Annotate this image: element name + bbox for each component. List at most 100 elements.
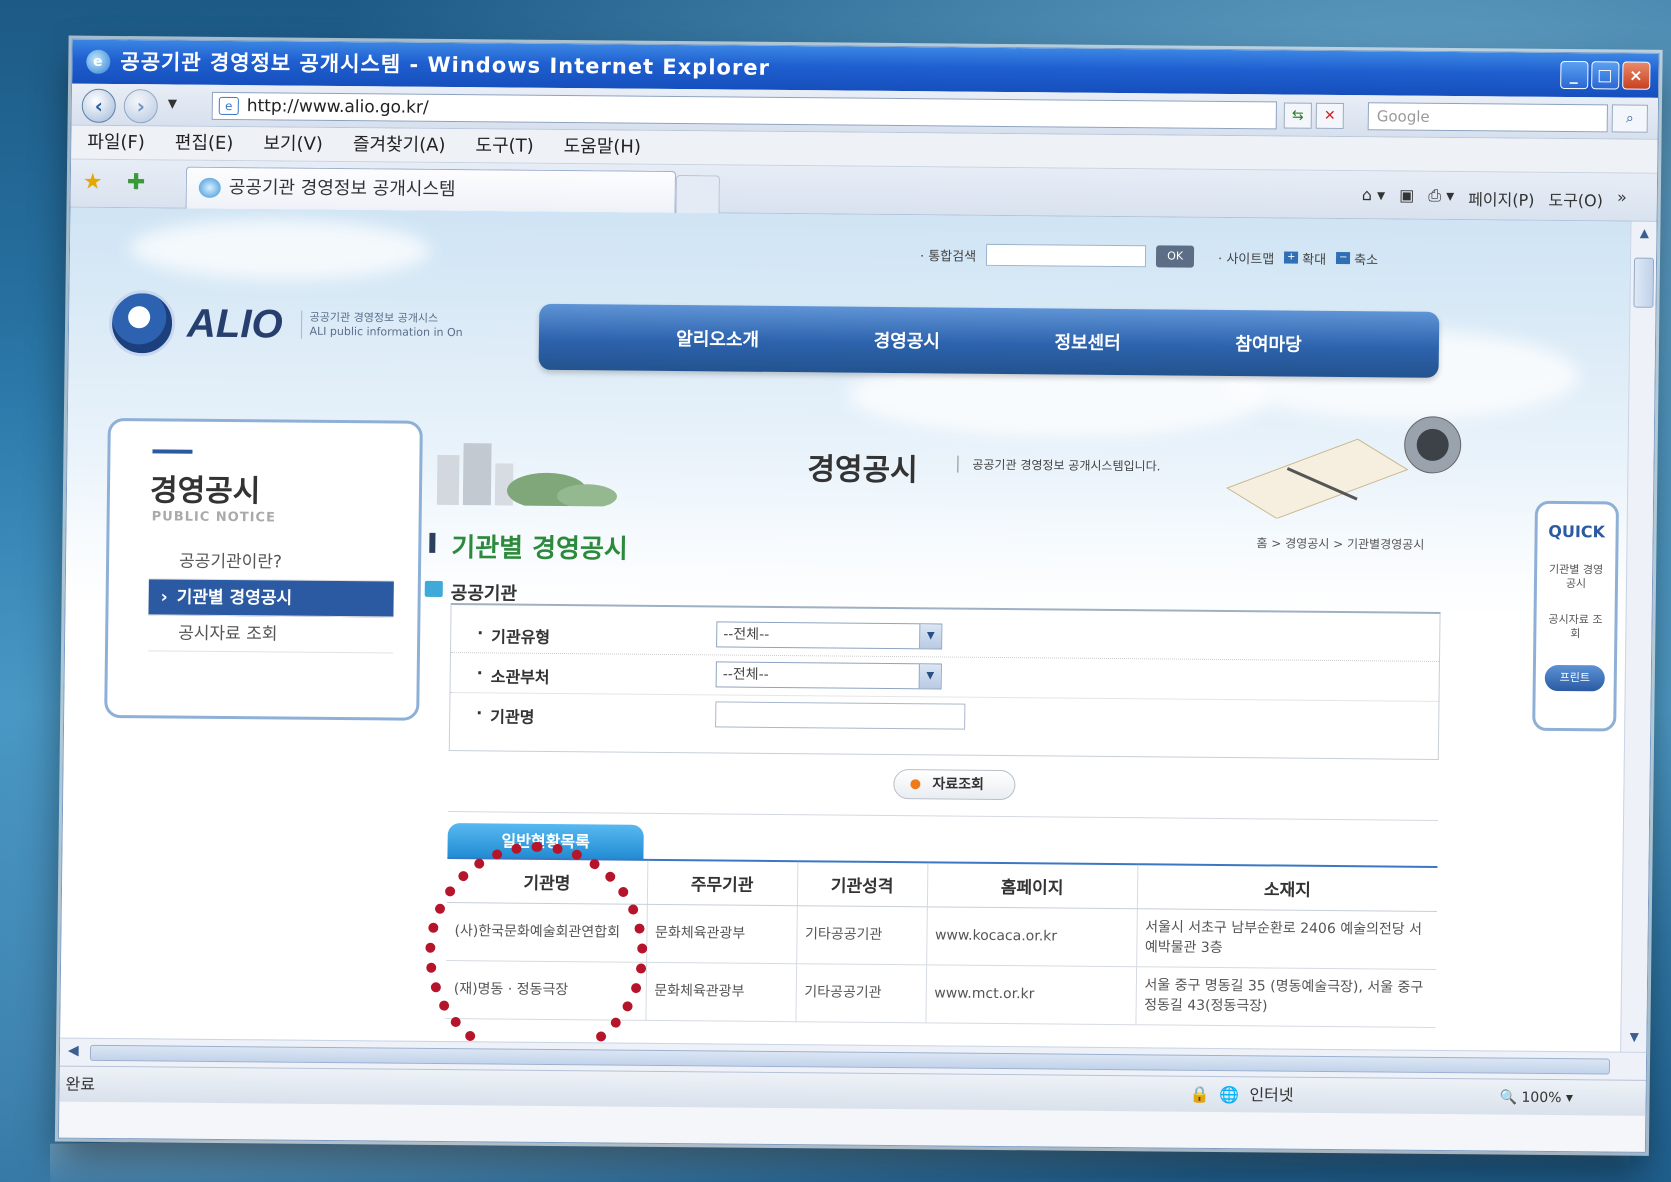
address-field[interactable]: e http://www.alio.go.kr/ [211,91,1277,130]
quick-item-by-agency[interactable]: 기관별 경영공시 [1537,563,1615,592]
tools-menu[interactable]: 도구(O) [1548,187,1603,211]
tab-page-icon [198,177,221,198]
cloud-decoration [129,218,431,281]
breadcrumb: 홈 > 경영공시 > 기관별경영공시 [1256,536,1425,552]
site-logo[interactable]: ALIO 공공기관 경영정보 공개시스 ALI public informati… [108,289,463,359]
scroll-thumb[interactable] [1633,257,1655,308]
page-menu[interactable]: 페이지(P) [1468,186,1535,211]
feeds-icon[interactable]: ▣ [1399,186,1414,210]
gnb-item-disclosure[interactable]: 경영공시 [874,327,941,354]
zoom-out-link[interactable]: − 축소 [1336,248,1378,268]
minimize-icon[interactable]: _ [1560,60,1589,90]
global-nav: 알리오소개 경영공시 정보센터 참여마당 [538,303,1440,378]
favorites-star-icon[interactable]: ★ [83,170,103,195]
stop-icon[interactable]: ✕ [1315,102,1344,130]
menu-view[interactable]: 보기(V) [263,127,323,161]
menu-tools[interactable]: 도구(T) [475,129,534,163]
scroll-down-icon[interactable]: ▼ [1625,1030,1643,1048]
ie-icon: e [86,49,111,74]
logo-sub-ko: 공공기관 경영정보 공개시스 [309,310,439,325]
menu-file[interactable]: 파일(F) [87,126,145,160]
page-title: 경영공시 [807,452,918,489]
gnb-item-participation[interactable]: 참여마당 [1235,330,1302,357]
zoom-level: 100% [1521,1089,1562,1107]
lnb-item-by-agency[interactable]: 기관별 경영공시 [148,579,394,618]
cell-type: 기타공공기관 [796,905,927,965]
lnb-item-search-data[interactable]: 공시자료 조회 [147,615,394,654]
search-form: 기관유형 --전체-- ▼ 소관부처 --전체-- ▼ 기관명 [448,603,1441,760]
col-header-address: 소재지 [1136,864,1438,911]
left-nav: 경영공시 PUBLIC NOTICE 공공기관이란? 기관별 경영공시 공시자료… [104,417,423,721]
close-icon[interactable]: × [1622,61,1651,90]
dept-label: 소관부처 [491,663,550,688]
search-input[interactable]: Google [1367,102,1608,133]
page-description: 공공기관 경영정보 공개시스템입니다. [957,455,1161,475]
home-icon[interactable]: ⌂ ▾ [1362,185,1386,209]
logo-sub-en: ALI public information in On [309,324,463,340]
zoom-icon: 🔍 [1499,1089,1518,1106]
chevron-more-icon[interactable]: » [1617,187,1627,211]
menu-favorites[interactable]: 즐겨찾기(A) [353,128,446,162]
tab-label: 공공기관 경영정보 공개시스템 [228,176,456,201]
gnb-item-about[interactable]: 알리오소개 [676,325,759,352]
agency-name-input[interactable] [715,701,966,730]
name-label: 기관명 [490,703,534,727]
menu-edit[interactable]: 편집(E) [175,126,234,160]
logo-subtitle: 공공기관 경영정보 공개시스 ALI public information in… [300,310,463,341]
scroll-left-icon[interactable]: ◀ [68,1043,79,1059]
top-search-label: · 통합검색 [919,248,977,265]
history-dropdown-icon[interactable]: ▼ [168,96,177,110]
type-label: 기관유형 [491,623,550,648]
lnb-item-what-is[interactable]: 공공기관이란? [148,543,395,582]
add-favorite-icon[interactable]: ✚ [127,170,146,195]
emblem-icon [108,289,176,357]
cell-ministry: 문화체육관광부 [645,961,797,1022]
menu-help[interactable]: 도움말(H) [563,130,642,164]
page-content: · 통합검색 OK · 사이트맵 + 확대 − 축소 ALIO 공공기관 경영정보 … [60,207,1631,1052]
lock-icon: 🔒 [1189,1084,1210,1104]
lnb-accent-bar [152,449,193,454]
security-zone: 🔒 🌐 인터넷 [1189,1077,1293,1114]
top-search-input[interactable] [985,243,1147,268]
tab-alio[interactable]: 공공기관 경영정보 공개시스템 [185,166,677,214]
top-utility: · 통합검색 OK · 사이트맵 + 확대 − 축소 [920,243,1378,269]
scroll-up-icon[interactable]: ▲ [1635,226,1653,244]
quick-print-button[interactable]: 프린트 [1544,664,1605,692]
ok-button[interactable]: OK [1155,245,1195,268]
cell-address: 서울시 서초구 남부순환로 2406 예술의전당 서예박물관 3층 [1136,908,1437,969]
col-header-ministry: 주무기관 [646,859,798,906]
lnb-subtitle: PUBLIC NOTICE [151,509,276,526]
quick-item-search-data[interactable]: 공시자료 조회 [1536,613,1614,642]
quick-menu: QUICK 기관별 경영공시 공시자료 조회 프린트 [1532,500,1620,732]
zoom-control[interactable]: 🔍 100% ▾ [1499,1080,1573,1117]
cell-homepage[interactable]: www.mct.or.kr [925,964,1137,1025]
address-tools: ⇆ ✕ [1283,102,1344,130]
type-select[interactable]: --전체-- ▼ [716,621,943,650]
refresh-icon[interactable]: ⇆ [1283,102,1312,129]
cell-ministry: 문화체육관광부 [646,903,797,964]
zoom-in-label: 확대 [1302,252,1327,268]
cell-homepage[interactable]: www.kocaca.or.kr [926,906,1137,967]
maximize-icon[interactable]: □ [1591,61,1620,90]
forward-icon[interactable]: › [123,89,158,124]
screenshot-frame: e 공공기관 경영정보 공개시스템 - Windows Internet Exp… [0,8,1671,1182]
zoom-in-link[interactable]: + 확대 [1284,248,1326,267]
content-title: 기관별 경영공시 [451,527,628,566]
chevron-down-icon: ▼ [919,624,942,649]
print-icon[interactable]: ⎙ ▾ [1428,186,1454,210]
view-data-button[interactable]: 자료조회 [893,769,1016,801]
new-tab-button[interactable] [675,175,720,214]
cell-type: 기타공공기관 [795,963,927,1023]
window-controls: _ □ × [1560,60,1651,90]
minus-icon: − [1336,251,1351,265]
sitemap-link[interactable]: · 사이트맵 [1218,247,1274,267]
gnb-item-info-center[interactable]: 정보센터 [1054,328,1121,355]
lnb-title: 경영공시 [149,473,261,510]
logo-wordmark: ALIO [186,301,283,346]
search-icon[interactable]: ⌕ [1611,104,1648,133]
cell-address: 서울 중구 명동길 35 (명동예술극장), 서울 중구 정동길 43(정동극장… [1135,966,1437,1027]
building-illustration [436,443,617,507]
zone-label: 인터넷 [1249,1085,1294,1105]
back-icon[interactable]: ‹ [81,88,116,123]
dept-select[interactable]: --전체-- ▼ [715,661,942,690]
